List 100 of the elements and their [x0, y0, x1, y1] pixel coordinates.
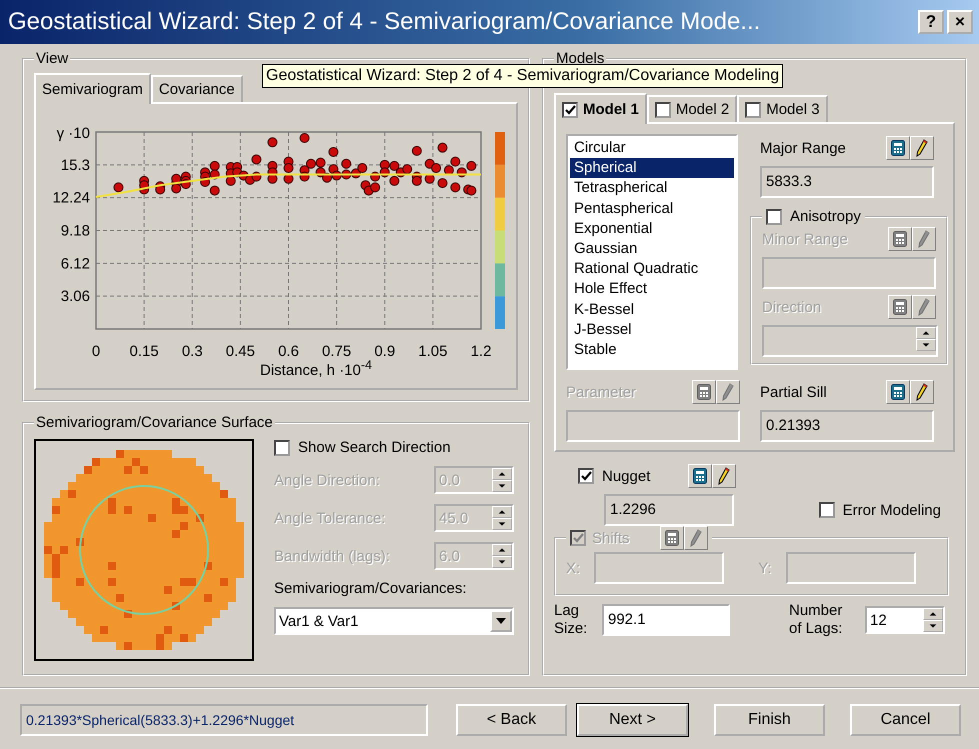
x-tick-label: 0.6 [278, 343, 299, 360]
model-tab[interactable]: Model 3 [737, 95, 828, 122]
list-item[interactable]: K-Bessel [570, 300, 734, 320]
data-point [370, 182, 380, 192]
pencil-icon [690, 529, 702, 547]
data-point [370, 172, 380, 182]
checkbox[interactable] [818, 502, 835, 518]
calculator-button[interactable] [886, 136, 910, 160]
nugget-field[interactable]: 1.2296 [604, 494, 734, 526]
y-tick-label: 6.12 [60, 255, 90, 272]
parameter-field[interactable] [566, 410, 740, 442]
list-item[interactable]: Exponential [570, 218, 734, 240]
tab[interactable]: Semivariogram [34, 73, 151, 104]
lag-size-label: Lag Size: [554, 602, 588, 638]
model-tab[interactable]: Model 1 [554, 93, 647, 124]
data-point [284, 163, 294, 174]
checkbox-label: Anisotropy [790, 208, 861, 225]
pencil-icon [722, 383, 734, 401]
calculator-button[interactable] [886, 380, 910, 404]
data-point [210, 170, 220, 180]
wizard-button[interactable]: < Back [456, 704, 567, 736]
lag-size-field[interactable]: 992.1 [602, 604, 730, 636]
pencil-icon [918, 230, 930, 248]
group-title: Semivariogram/Covariance Surface [35, 414, 274, 431]
list-item[interactable]: Hole Effect [570, 279, 734, 300]
data-point [412, 146, 422, 156]
spin-button[interactable] [923, 608, 943, 632]
data-point [389, 176, 400, 186]
list-item[interactable]: Stable [570, 340, 734, 360]
checkbox[interactable] [654, 102, 671, 118]
y-field[interactable] [786, 552, 916, 584]
spin-button[interactable] [492, 544, 512, 568]
calculator-icon [893, 299, 907, 315]
data-point [380, 160, 390, 170]
x-tick-label: 0.15 [130, 343, 159, 360]
close-button[interactable]: × [947, 10, 973, 34]
y-axis-label: γ ·10 [56, 125, 90, 142]
data-point [450, 182, 460, 192]
checkbox[interactable] [578, 468, 594, 484]
calculator-icon [893, 231, 907, 247]
minor-range-field[interactable] [762, 257, 936, 289]
wizard-button[interactable]: Cancel [850, 704, 961, 736]
calculator-button[interactable] [688, 464, 712, 488]
checkbox[interactable] [562, 102, 578, 118]
data-point [200, 177, 210, 187]
data-point [438, 142, 448, 153]
pencil-button[interactable] [712, 464, 736, 488]
spin-button[interactable] [492, 468, 512, 492]
data-point [210, 186, 220, 196]
data-point [341, 158, 352, 169]
partial-sill-field[interactable]: 0.21393 [760, 410, 934, 442]
direction-field[interactable] [762, 325, 938, 357]
wizard-button[interactable]: Finish [714, 704, 825, 736]
list-item[interactable]: J-Bessel [570, 320, 734, 340]
wizard-button[interactable]: Next > [576, 704, 688, 736]
help-button[interactable]: ? [918, 10, 944, 34]
window-title: Geostatistical Wizard: Step 2 of 4 - Semivariogram/Covariance Mode... [8, 8, 762, 36]
list-item[interactable]: Tetraspherical [570, 178, 734, 199]
data-point [322, 172, 332, 183]
model-tab[interactable]: Model 2 [646, 95, 738, 122]
checkbox[interactable] [274, 440, 290, 456]
x-tick-label: 1.2 [470, 343, 492, 360]
data-point [113, 182, 124, 192]
checkbox-label: Error Modeling [842, 502, 941, 518]
number-of-lags-field[interactable]: 12 [865, 606, 945, 634]
list-item[interactable]: Spherical [570, 158, 734, 178]
data-point [139, 180, 150, 190]
checkbox[interactable] [745, 102, 762, 118]
spin-button[interactable] [492, 506, 512, 530]
major-range-label: Major Range [760, 140, 846, 156]
dropdown[interactable]: Var1 & Var1 [274, 607, 514, 635]
data-point [389, 160, 400, 171]
list-item[interactable]: Rational Quadratic [570, 259, 734, 280]
list-item[interactable]: Gaussian [570, 239, 734, 260]
calculator-icon [891, 140, 905, 156]
calculator-icon [693, 468, 707, 484]
major-range-field[interactable]: 5833.3 [760, 166, 934, 198]
x-axis-label: Distance, h ·10$^{-4}$ [260, 358, 372, 379]
data-point [456, 167, 467, 178]
calculator-icon [891, 384, 905, 400]
data-point [450, 156, 460, 167]
checkbox[interactable] [766, 208, 782, 224]
data-point [357, 163, 368, 174]
checkbox-label: Nugget [602, 468, 652, 484]
data-point [466, 160, 476, 171]
pencil-button[interactable] [910, 380, 934, 404]
data-point [316, 158, 326, 168]
data-point [328, 146, 338, 157]
tab[interactable]: Covariance [150, 75, 243, 102]
y-tick-label: 9.18 [60, 222, 90, 240]
number-of-lags-label: Number of Lags: [789, 602, 844, 638]
x-field[interactable] [594, 552, 724, 584]
list-item[interactable]: Pentaspherical [570, 198, 734, 219]
pencil-button[interactable] [910, 136, 934, 160]
y-tick-label: 3.06 [60, 288, 90, 306]
pencil-icon [718, 467, 730, 485]
data-point [267, 137, 278, 148]
formula-field: 0.21393*Spherical(5833.3)+1.2296*Nugget [20, 704, 428, 736]
list-item[interactable]: Circular [570, 138, 734, 158]
data-point [210, 160, 220, 171]
